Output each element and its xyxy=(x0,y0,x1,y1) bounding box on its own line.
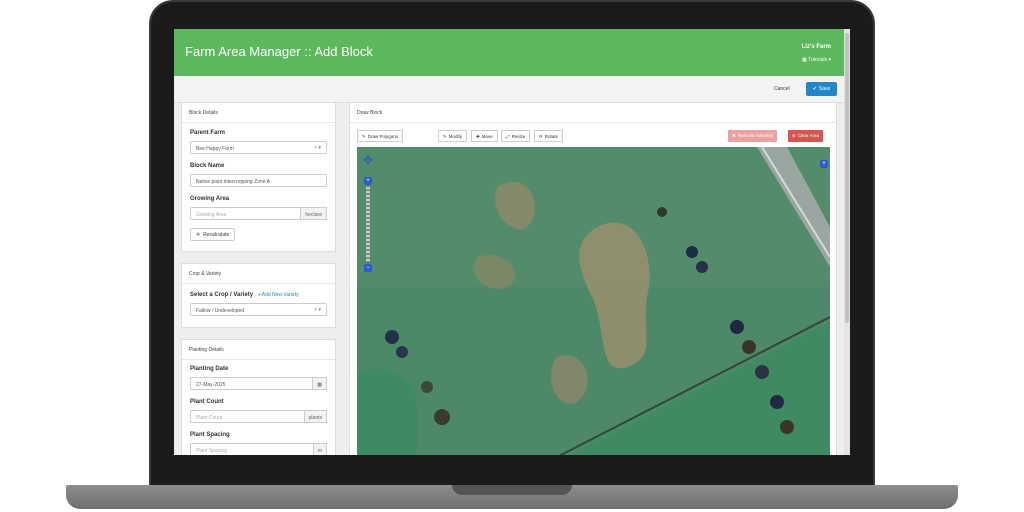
zoom-out-icon[interactable]: − xyxy=(364,264,372,272)
plant-count-input[interactable]: Plant Count plants xyxy=(190,410,327,423)
move-label: Move xyxy=(481,134,493,139)
growing-area-unit: hectare xyxy=(300,207,327,220)
draw-polygons-label: Draw Polygons xyxy=(367,134,399,139)
planting-details-panel: Planting Details Planting Date 27-May-20… xyxy=(181,339,336,455)
satellite-map[interactable]: ✥ + − + xyxy=(357,147,830,455)
remove-selected-label: Remove Selected xyxy=(737,133,774,138)
plant-count-label: Plant Count xyxy=(190,399,224,405)
resize-label: Resize xyxy=(511,134,526,139)
rotate-icon: ⟳ xyxy=(539,134,543,139)
action-bar: Cancel ✔ Save xyxy=(174,76,844,103)
crop-variety-label-text: Select a Crop / Variety xyxy=(190,292,254,298)
add-variety-link[interactable]: + Add New Variety xyxy=(258,292,299,298)
plus-icon: ✛ xyxy=(196,232,201,238)
modify-button[interactable]: ✎ Modify xyxy=(438,130,468,142)
move-icon: ✚ xyxy=(476,134,480,139)
planting-details-heading: Planting Details xyxy=(182,340,335,360)
scrollbar-thumb[interactable] xyxy=(845,33,849,323)
plant-count-placeholder: Plant Count xyxy=(196,415,223,421)
block-name-input[interactable]: Native plant intercropping Zone A xyxy=(190,174,327,187)
planting-date-value: 27-May-2025 xyxy=(196,382,226,388)
clear-select-icon[interactable]: × ▾ xyxy=(314,307,321,313)
clear-area-label: Clear Area xyxy=(797,133,820,138)
draw-block-heading: Draw Block xyxy=(350,103,836,123)
plant-spacing-label: Plant Spacing xyxy=(190,432,230,438)
clear-area-button[interactable]: ⊘ Clear Area xyxy=(788,130,824,142)
save-label: Save xyxy=(818,86,831,92)
recalculate-button[interactable]: ✛ Recalculate xyxy=(190,228,236,241)
page-scrollbar[interactable] xyxy=(844,29,850,455)
plant-spacing-unit: m xyxy=(312,443,327,455)
block-details-heading: Block Details xyxy=(182,103,335,123)
plant-spacing-input[interactable]: Plant Spacing m xyxy=(190,443,327,455)
zoom-in-icon[interactable]: + xyxy=(364,177,372,185)
pencil-icon: ✎ xyxy=(362,134,366,139)
app-screen: Farm Area Manager :: Add Block Liz's Far… xyxy=(174,29,850,455)
plant-spacing-placeholder: Plant Spacing xyxy=(196,448,227,454)
tutorials-menu[interactable]: ▩ Tutorials ▾ xyxy=(802,57,831,63)
draw-polygons-button[interactable]: ✎ Draw Polygons xyxy=(357,130,404,142)
crop-variety-select[interactable]: Fallow / Undeveloped × ▾ xyxy=(190,303,327,316)
clear-icon: ⊘ xyxy=(792,133,796,138)
trash-icon: ✖ xyxy=(732,133,736,138)
parent-farm-select[interactable]: Bee Happy Farm × ▾ xyxy=(190,141,327,154)
pencil-icon: ✎ xyxy=(443,134,447,139)
growing-area-label: Growing Area xyxy=(190,196,230,202)
modify-label: Modify xyxy=(448,134,463,139)
book-icon: ▩ xyxy=(802,57,807,63)
satellite-imagery xyxy=(357,147,830,455)
parent-farm-label: Parent Farm xyxy=(190,130,226,136)
remove-selected-button[interactable]: ✖ Remove Selected xyxy=(728,130,778,142)
calendar-icon[interactable]: ▦ xyxy=(312,377,327,390)
parent-farm-value: Bee Happy Farm xyxy=(196,146,234,152)
resize-button[interactable]: ⤢ Resize xyxy=(501,130,531,142)
cancel-button[interactable]: Cancel xyxy=(774,86,790,92)
growing-area-input[interactable]: Growing Area hectare xyxy=(190,207,327,220)
layer-switcher-icon[interactable]: + xyxy=(820,160,828,168)
save-button[interactable]: ✔ Save xyxy=(806,82,837,96)
planting-date-label: Planting Date xyxy=(190,366,229,372)
app-header: Farm Area Manager :: Add Block Liz's Far… xyxy=(174,29,844,76)
crop-variety-value: Fallow / Undeveloped xyxy=(196,308,245,314)
rotate-label: Rotate xyxy=(544,134,559,139)
farm-name[interactable]: Liz's Farm xyxy=(802,44,831,50)
planting-date-input[interactable]: 27-May-2025 ▦ xyxy=(190,377,327,390)
block-details-panel: Block Details Parent Farm Bee Happy Farm… xyxy=(181,102,336,252)
tutorials-label: Tutorials xyxy=(808,57,828,63)
page-title: Farm Area Manager :: Add Block xyxy=(185,44,373,59)
rotate-button[interactable]: ⟳ Rotate xyxy=(534,130,564,142)
draw-block-panel: Draw Block ✎ Draw Polygons ✎ Modify ✚ Mo… xyxy=(349,102,837,455)
map-pan-icon[interactable]: ✥ xyxy=(361,153,375,167)
growing-area-placeholder: Growing Area xyxy=(196,212,227,218)
move-button[interactable]: ✚ Move xyxy=(471,130,498,142)
crop-variety-panel: Crop & Variety Select a Crop / Variety +… xyxy=(181,263,336,328)
check-icon: ✔ xyxy=(812,86,817,92)
crop-variety-label: Select a Crop / Variety + Add New Variet… xyxy=(190,292,299,298)
block-name-label: Block Name xyxy=(190,163,225,169)
crop-variety-heading: Crop & Variety xyxy=(182,264,335,284)
resize-icon: ⤢ xyxy=(506,134,510,139)
plant-count-unit: plants xyxy=(303,410,327,423)
recalculate-label: Recalculate xyxy=(203,232,230,238)
clear-select-icon[interactable]: × ▾ xyxy=(314,145,321,151)
zoom-slider[interactable] xyxy=(366,187,370,262)
caret-down-icon: ▾ xyxy=(828,57,831,63)
laptop-notch xyxy=(452,485,572,495)
